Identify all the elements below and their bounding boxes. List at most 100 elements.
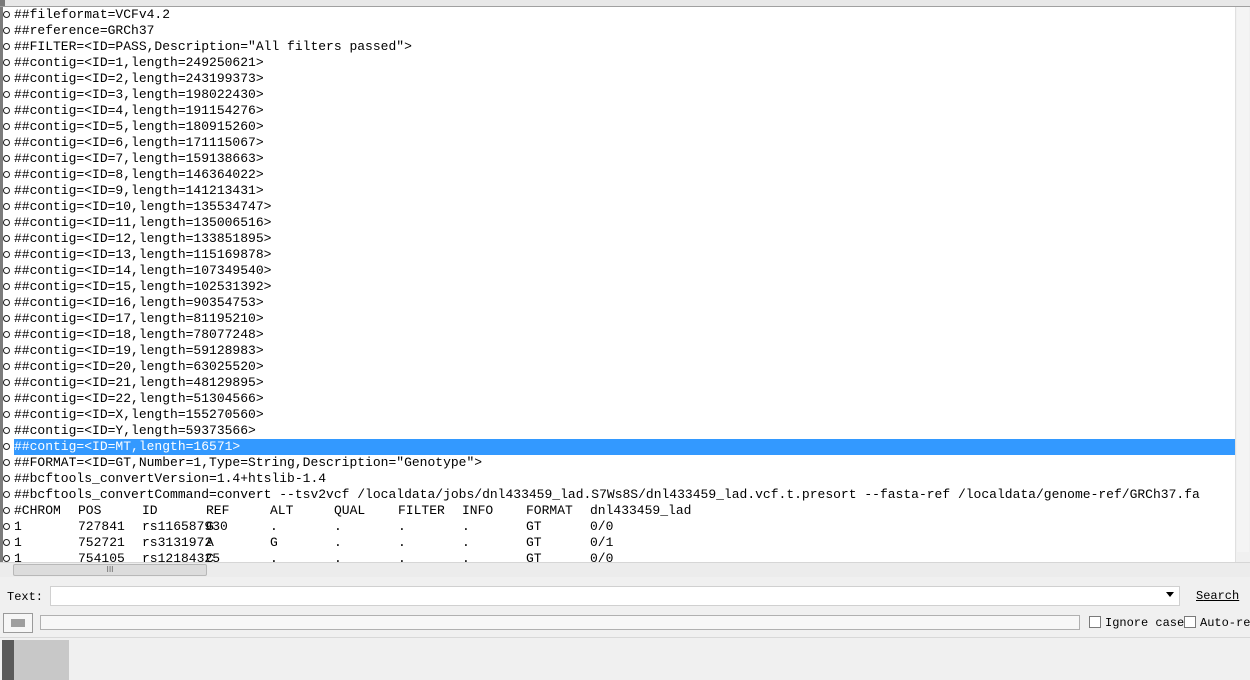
header-line[interactable]: ##contig=<ID=12,length=133851895> — [0, 231, 1250, 247]
header-line[interactable]: ##contig=<ID=20,length=63025520> — [0, 359, 1250, 375]
column-cell: QUAL — [334, 503, 366, 518]
line-marker-icon — [3, 139, 10, 146]
text-viewer-window: ##fileformat=VCFv4.2 ##reference=GRCh37 ##… — [0, 0, 1250, 680]
line-marker-icon — [3, 43, 10, 50]
vertical-scrollbar[interactable] — [1235, 7, 1250, 562]
line-text: ##FORMAT=<ID=GT,Number=1,Type=String,Des… — [14, 455, 483, 470]
line-text: ##contig=<ID=6,length=171115067> — [14, 135, 264, 150]
column-cell: . — [398, 535, 406, 550]
line-marker-icon — [3, 299, 10, 306]
column-cell: . — [334, 519, 342, 534]
header-line[interactable]: ##contig=<ID=Y,length=59373566> — [0, 423, 1250, 439]
header-line[interactable]: ##FORMAT=<ID=GT,Number=1,Type=String,Des… — [0, 455, 1250, 471]
header-line[interactable]: ##contig=<ID=1,length=249250621> — [0, 55, 1250, 71]
data-row[interactable]: 1 752721 rs3131972 A G... GT 0/1 — [0, 535, 1250, 551]
line-marker-icon — [3, 155, 10, 162]
header-line[interactable]: ##contig=<ID=22,length=51304566> — [0, 391, 1250, 407]
header-line[interactable]: ##contig=<ID=5,length=180915260> — [0, 119, 1250, 135]
line-text: ##contig=<ID=11,length=135006516> — [14, 215, 272, 230]
line-text: ##contig=<ID=5,length=180915260> — [14, 119, 264, 134]
header-line[interactable]: ##contig=<ID=4,length=191154276> — [0, 103, 1250, 119]
column-cell: ALT — [270, 503, 294, 518]
line-marker-icon — [3, 267, 10, 274]
line-marker-icon — [3, 507, 10, 514]
header-line[interactable]: ##contig=<ID=6,length=171115067> — [0, 135, 1250, 151]
line-text: ##contig=<ID=8,length=146364022> — [14, 167, 264, 182]
column-cell: . — [462, 519, 470, 534]
column-cell: INFO — [462, 503, 494, 518]
line-marker-icon — [3, 235, 10, 242]
header-line[interactable]: ##contig=<ID=17,length=81195210> — [0, 311, 1250, 327]
header-line[interactable]: ##contig=<ID=8,length=146364022> — [0, 167, 1250, 183]
line-marker-icon — [3, 555, 10, 562]
search-dropdown-icon[interactable] — [1166, 592, 1174, 597]
header-line[interactable]: ##contig=<ID=11,length=135006516> — [0, 215, 1250, 231]
header-line[interactable]: ##contig=<ID=7,length=159138663> — [0, 151, 1250, 167]
line-text: ##contig=<ID=10,length=135534747> — [14, 199, 272, 214]
line-marker-icon — [3, 107, 10, 114]
header-line[interactable]: ##contig=<ID=21,length=48129895> — [0, 375, 1250, 391]
column-cell: . — [462, 551, 470, 562]
selected-line[interactable]: ##contig=<ID=MT,length=16571> — [0, 439, 1250, 455]
header-line[interactable]: ##contig=<ID=18,length=78077248> — [0, 327, 1250, 343]
header-line[interactable]: ##contig=<ID=13,length=115169878> — [0, 247, 1250, 263]
header-line[interactable]: ##bcftools_convertCommand=convert --tsv2… — [0, 487, 1250, 503]
header-line[interactable]: ##contig=<ID=16,length=90354753> — [0, 295, 1250, 311]
toggle-panel-button[interactable] — [3, 613, 33, 633]
header-line[interactable]: ##reference=GRCh37 — [0, 23, 1250, 39]
column-cell: A — [206, 535, 214, 550]
ignore-case-label[interactable]: Ignore case — [1105, 616, 1184, 630]
line-text: ##contig=<ID=Y,length=59373566> — [14, 423, 256, 438]
header-line[interactable]: ##contig=<ID=15,length=102531392> — [0, 279, 1250, 295]
text-editor[interactable]: ##fileformat=VCFv4.2 ##reference=GRCh37 ##… — [0, 7, 1250, 562]
line-marker-icon — [3, 491, 10, 498]
data-row[interactable]: 1 754105 rs12184325 C.... GT 0/0 — [0, 551, 1250, 562]
header-line[interactable]: ##contig=<ID=10,length=135534747> — [0, 199, 1250, 215]
line-marker-icon — [3, 459, 10, 466]
header-line[interactable]: ##FILTER=<ID=PASS,Description="All filte… — [0, 39, 1250, 55]
horizontal-scrollbar-thumb[interactable]: III — [13, 564, 207, 576]
header-line[interactable]: ##contig=<ID=14,length=107349540> — [0, 263, 1250, 279]
line-marker-icon — [3, 91, 10, 98]
column-cell: . — [462, 535, 470, 550]
header-line[interactable]: ##contig=<ID=3,length=198022430> — [0, 87, 1250, 103]
line-text: ##contig=<ID=1,length=249250621> — [14, 55, 264, 70]
vertical-scrollbar-thumb[interactable] — [1237, 7, 1249, 552]
column-cell: 1 — [14, 551, 22, 562]
line-text: ##contig=<ID=12,length=133851895> — [14, 231, 272, 246]
line-text: ##contig=<ID=18,length=78077248> — [14, 327, 264, 342]
data-row[interactable]: 1 727841 rs116587930 G.... GT 0/0 — [0, 519, 1250, 535]
ignore-case-checkbox[interactable] — [1089, 616, 1101, 628]
column-cell: POS — [78, 503, 102, 518]
column-cell: 754105 — [78, 551, 125, 562]
horizontal-scrollbar[interactable]: III — [0, 562, 1250, 577]
line-text: ##contig=<ID=17,length=81195210> — [14, 311, 264, 326]
search-input[interactable] — [50, 586, 1180, 606]
auto-refresh-checkbox[interactable] — [1184, 616, 1196, 628]
header-line[interactable]: ##bcftools_convertVersion=1.4+htslib-1.4 — [0, 471, 1250, 487]
column-cell: 752721 — [78, 535, 125, 550]
line-marker-icon — [3, 411, 10, 418]
line-text: ##contig=<ID=19,length=59128983> — [14, 343, 264, 358]
auto-refresh-label[interactable]: Auto-refi — [1200, 616, 1250, 630]
line-marker-icon — [3, 379, 10, 386]
line-text: ##contig=<ID=15,length=102531392> — [14, 279, 272, 294]
header-line[interactable]: ##fileformat=VCFv4.2 — [0, 7, 1250, 23]
header-line[interactable]: ##contig=<ID=9,length=141213431> — [0, 183, 1250, 199]
line-text: ##reference=GRCh37 — [14, 23, 155, 38]
search-status-bar — [40, 615, 1080, 630]
line-marker-icon — [3, 347, 10, 354]
column-cell: FORMAT — [526, 503, 573, 518]
search-button[interactable]: Search — [1196, 589, 1239, 603]
header-line[interactable]: ##contig=<ID=X,length=155270560> — [0, 407, 1250, 423]
column-cell: 1 — [14, 535, 22, 550]
column-cell: GT — [526, 535, 542, 550]
header-line[interactable]: ##contig=<ID=19,length=59128983> — [0, 343, 1250, 359]
line-text: ##bcftools_convertVersion=1.4+htslib-1.4 — [14, 471, 327, 486]
bottom-status-area — [0, 637, 1250, 680]
search-text-label: Text: — [7, 590, 44, 604]
line-marker-icon — [3, 203, 10, 210]
header-line[interactable]: ##contig=<ID=2,length=243199373> — [0, 71, 1250, 87]
column-header-line[interactable]: #CHROM POS ID REF ALT QUAL FILTER INFO FORMAT dnl… — [0, 503, 1250, 519]
line-text: ##FILTER=<ID=PASS,Description="All filte… — [14, 39, 412, 54]
